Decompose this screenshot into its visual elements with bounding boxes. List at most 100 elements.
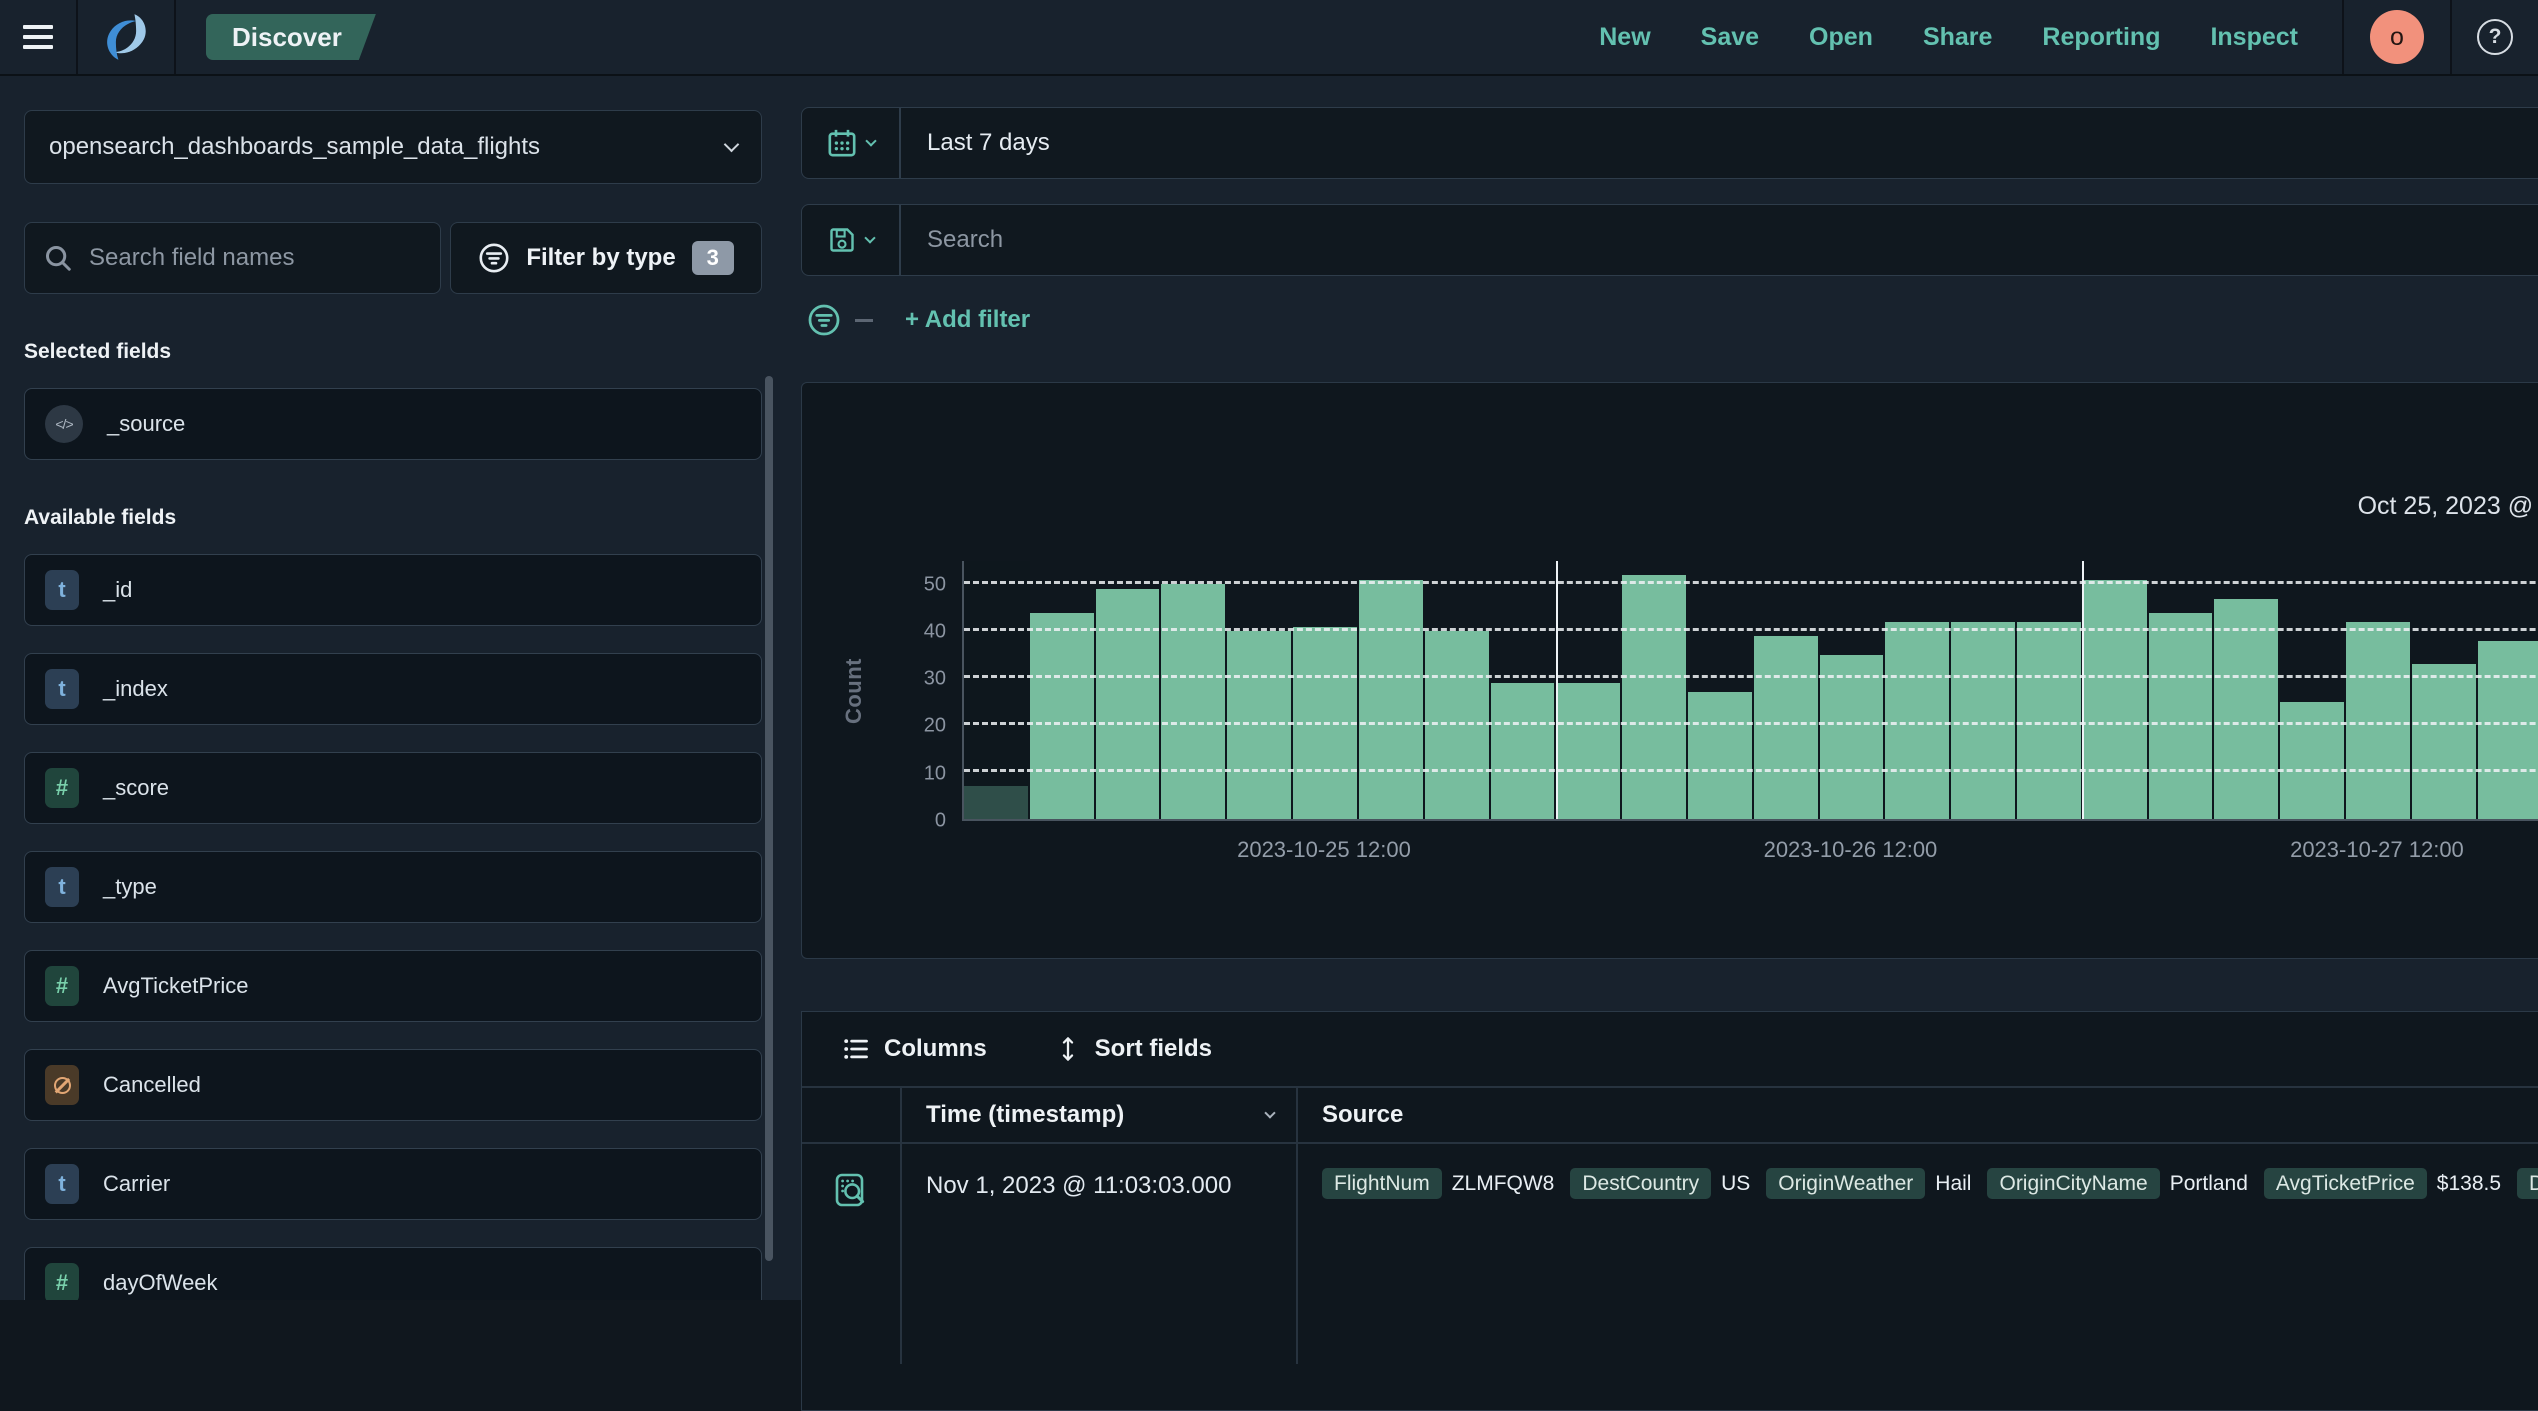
string-field-icon: t [45,867,79,907]
sidebar: opensearch_dashboards_sample_data_flight… [0,76,786,1300]
date-quick-select-button[interactable] [802,108,901,178]
histogram-plot-zone: Count 0 10 20 30 40 50 2023-10-25 12:00 2023-1… [841,561,2538,862]
histogram-bar[interactable] [1753,636,1818,819]
save-icon [829,228,854,252]
partial-bucket-shading [964,561,1030,819]
source-field-badge: DestCountry [1570,1168,1712,1199]
app-badge-discover[interactable]: Discover [206,14,376,60]
nav-link-save[interactable]: Save [1701,23,1759,52]
histogram-bar[interactable] [2214,598,2279,819]
histogram-bar[interactable] [1622,575,1686,819]
histogram-bar[interactable] [1095,589,1160,819]
x-axis-tick: 2023-10-25 12:00 [1237,837,1411,862]
main-content: Last 7 days Show dates Refresh [786,76,2538,1411]
help-icon[interactable]: ? [2477,19,2513,55]
list-icon [844,1039,868,1059]
histogram-bar[interactable] [1687,692,1752,819]
user-avatar[interactable]: o [2370,10,2424,64]
histogram-bar[interactable] [1490,682,1555,819]
x-axis-caption: timestamp per 3 hours [802,891,2538,919]
time-column-header[interactable]: Time (timestamp) [902,1088,1298,1142]
nav-link-reporting[interactable]: Reporting [2042,23,2160,52]
opensearch-logo-icon [107,14,146,60]
date-picker-bar: Last 7 days Show dates [801,107,2538,179]
field-item-_index[interactable]: t _index [24,653,762,725]
histogram-bar[interactable] [2148,612,2213,819]
available-fields-heading: Available fields [24,506,177,529]
field-item-AvgTicketPrice[interactable]: # AvgTicketPrice [24,950,762,1022]
add-filter-button[interactable]: + Add filter [899,305,1036,335]
nav-link-share[interactable]: Share [1923,23,1992,52]
query-search-input[interactable] [901,205,2538,275]
index-pattern-select[interactable]: opensearch_dashboards_sample_data_flight… [24,110,762,184]
y-axis-tick: 0 [934,809,946,832]
opensearch-logo[interactable] [78,0,176,74]
field-item-_id[interactable]: t _id [24,554,762,626]
histogram-bar[interactable] [1161,584,1226,819]
sort-fields-button[interactable]: Sort fields [1049,1034,1218,1064]
histogram-bar[interactable] [1029,612,1094,819]
source-cell: FlightNum ZLMFQW8 DestCountry US OriginWeath… [1298,1144,2538,1364]
histogram-bar[interactable] [1951,621,2015,819]
field-item-_type[interactable]: t _type [24,851,762,923]
expand-row-cell[interactable] [802,1144,902,1364]
histogram-bar[interactable] [1556,682,1621,819]
sidebar-scrollbar[interactable] [765,376,773,1261]
source-header-label: Source [1322,1101,1404,1128]
histogram-bar[interactable] [2477,640,2538,819]
menu-hamburger-icon[interactable] [0,0,78,74]
source-field-value: Portland [2169,1172,2248,1195]
y-axis-tick: 30 [923,667,946,690]
source-field-badge: DistanceMiles [2517,1168,2538,1199]
source-field-badge: OriginWeather [1766,1168,1926,1199]
source-field-badge: FlightNum [1322,1168,1442,1199]
nav-link-open[interactable]: Open [1809,23,1873,52]
field-item-_source[interactable]: </> _source [24,388,762,460]
columns-label: Columns [884,1035,987,1062]
histogram-bar[interactable] [2346,621,2410,819]
columns-button[interactable]: Columns [836,1034,993,1064]
field-item-Carrier[interactable]: t Carrier [24,1148,762,1220]
filter-count-badge: 3 [691,241,734,275]
field-name: Cancelled [103,1072,201,1097]
source-column-header[interactable]: Source [1298,1088,2538,1142]
histogram-bar[interactable] [1358,579,1423,819]
gridline [964,628,2538,632]
nav-link-new[interactable]: New [1599,23,1650,52]
chevron-down-icon [723,136,740,152]
time-range-value[interactable]: Last 7 days [901,129,1050,157]
sort-icon [1062,1037,1073,1061]
histogram-bar[interactable] [2280,701,2345,819]
filter-by-type-button[interactable]: Filter by type 3 [450,222,762,294]
string-field-icon: t [45,570,79,610]
histogram-bar[interactable] [2411,664,2476,819]
y-axis-tick: 40 [923,620,946,643]
y-axis-tick: 20 [923,714,946,737]
histogram-bar[interactable] [2082,579,2147,819]
field-name: Carrier [103,1171,171,1196]
field-item-dayOfWeek[interactable]: # dayOfWeek [24,1247,762,1300]
field-item-_score[interactable]: # _score [24,752,762,824]
histogram-bar[interactable] [1819,654,1884,819]
field-name: _source [107,411,186,436]
nav-link-inspect[interactable]: Inspect [2210,23,2298,52]
histogram-bar[interactable] [1227,631,1292,819]
search-bar: DQL [801,204,2538,276]
histogram-bar[interactable] [1424,631,1489,819]
x-axis-tick: 2023-10-26 12:00 [1763,837,1938,862]
x-axis-labels: 2023-10-25 12:00 2023-10-26 12:00 2023-10-… [962,837,2538,867]
gridline [964,581,2538,585]
source-field-badge: OriginCityName [1987,1168,2160,1199]
histogram-bar[interactable] [1885,621,1950,819]
search-field-names-input[interactable] [87,243,422,273]
number-field-icon: # [45,1263,79,1300]
calendar-icon [828,129,855,157]
field-item-Cancelled[interactable]: Cancelled [24,1049,762,1121]
nav-links: New Save Open Share Reporting Inspect [1599,23,2342,52]
field-search-box [24,222,441,294]
saved-query-button[interactable] [802,205,901,275]
histogram-bar[interactable] [2017,621,2081,819]
filter-icon[interactable] [807,303,841,337]
gridline [964,769,2538,773]
histogram-plot[interactable] [962,561,2538,821]
